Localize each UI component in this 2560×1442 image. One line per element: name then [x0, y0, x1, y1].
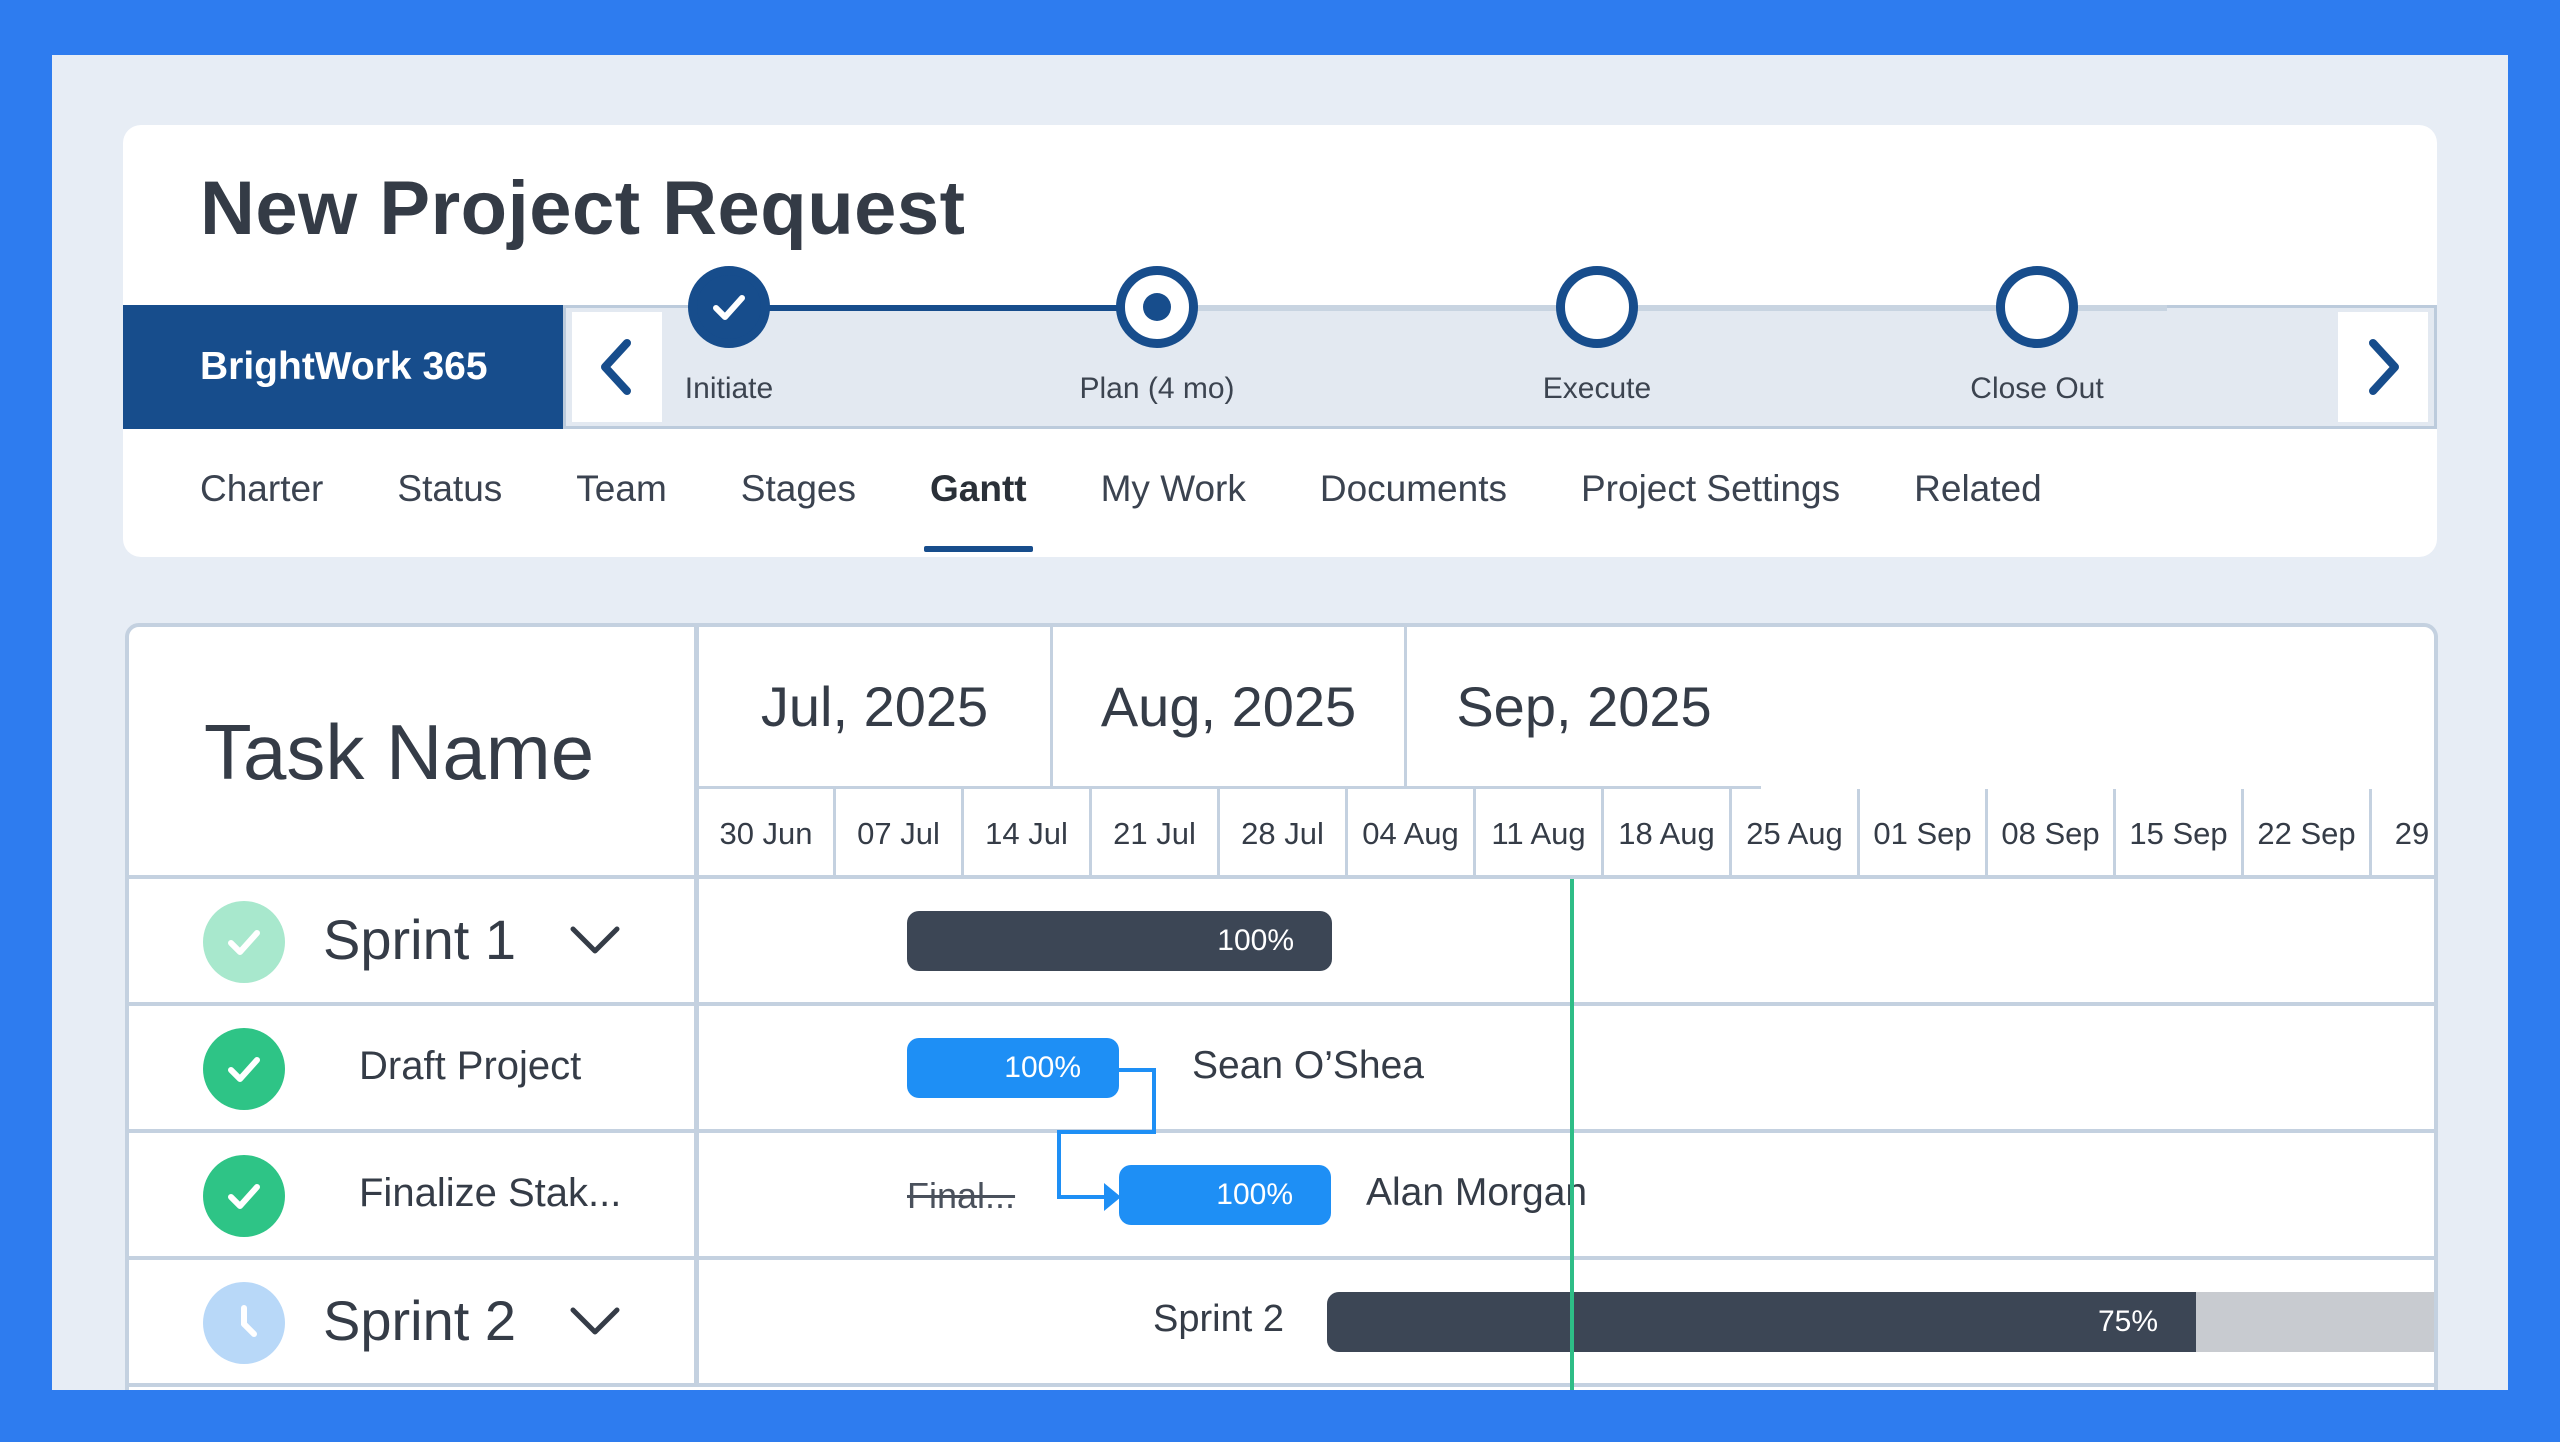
gantt-chart: Task Name Jul, 2025 Aug, 2025 Sep, 2025 …	[125, 623, 2438, 1390]
check-icon	[228, 1184, 260, 1209]
tab-stages[interactable]: Stages	[741, 460, 856, 540]
chevron-down-icon[interactable]	[569, 923, 621, 957]
status-indicator	[203, 1028, 285, 1110]
stage-upcoming-indicator	[1556, 266, 1638, 348]
stage-upcoming-indicator	[1996, 266, 2078, 348]
today-line	[1570, 879, 1574, 1390]
stage-label: Execute	[1542, 372, 1652, 405]
week-header: 18 Aug	[1604, 789, 1732, 875]
task-name-header-label: Task Name	[204, 708, 595, 796]
week-header: 28 Jul	[1220, 789, 1348, 875]
project-header-card: New Project Request BrightWork 365 Initi…	[123, 125, 2437, 557]
week-header: 07 Jul	[836, 789, 964, 875]
stage-label: Close Out	[1970, 372, 2104, 405]
week-header: 08 Sep	[1988, 789, 2116, 875]
task-name: Sprint 1	[323, 908, 516, 971]
week-header: 14 Jul	[964, 789, 1092, 875]
task-name: Sprint 2	[323, 1289, 516, 1352]
project-tabs: Charter Status Team Stages Gantt My Work…	[200, 460, 2116, 552]
week-header: 22 Sep	[2244, 789, 2372, 875]
brand-label: BrightWork 365	[123, 305, 563, 429]
gantt-row[interactable]: Finalize Stak... Final... 100% Alan Morg…	[129, 1133, 2434, 1260]
tab-team[interactable]: Team	[576, 460, 666, 540]
check-icon	[713, 295, 745, 320]
tab-status[interactable]: Status	[397, 460, 502, 540]
stage-progress-bar: Initiate Plan (4 mo) Execute Close Out	[563, 266, 2437, 429]
week-header: 29	[2394, 816, 2430, 851]
gantt-timeline-header: Jul, 2025 Aug, 2025 Sep, 2025 30 Jun 07 …	[699, 627, 2434, 879]
progress-label: 75%	[2097, 1305, 2158, 1338]
gantt-row[interactable]: Draft Project 100% Sean O’Shea	[129, 1006, 2434, 1133]
stage-complete-indicator	[688, 266, 770, 348]
status-indicator	[203, 1282, 285, 1364]
progress-label: 100%	[1004, 1051, 1081, 1084]
task-bar[interactable]: 100%	[1119, 1165, 1331, 1225]
assignee-label: Alan Morgan	[1366, 1171, 1588, 1214]
stage-label: Initiate	[684, 372, 774, 405]
stage-current-indicator	[1116, 266, 1198, 348]
task-name-cell: Sprint 1	[129, 879, 699, 1006]
progress-label: 100%	[1217, 924, 1294, 957]
month-header: Aug, 2025	[1053, 627, 1407, 789]
sprint-bar-label: Sprint 2	[1153, 1298, 1284, 1340]
stage-initiate[interactable]: Initiate	[579, 266, 879, 406]
sprint-bar[interactable]: 75%	[1327, 1292, 2434, 1352]
status-indicator	[203, 1155, 285, 1237]
tab-documents[interactable]: Documents	[1320, 460, 1507, 540]
task-name-header: Task Name	[129, 627, 699, 879]
progress-fill: 75%	[1327, 1292, 2196, 1352]
sprint-bar[interactable]: 100%	[907, 911, 1332, 971]
status-indicator	[203, 901, 285, 983]
chevron-right-icon	[2369, 339, 2399, 395]
tab-gantt[interactable]: Gantt	[924, 460, 1033, 552]
check-icon	[228, 1057, 260, 1082]
task-bar[interactable]: 100%	[907, 1038, 1119, 1098]
chevron-down-icon[interactable]	[569, 1304, 621, 1338]
task-name-cell: Draft Project	[129, 1006, 699, 1133]
week-header: 11 Aug	[1476, 789, 1604, 875]
stage-close-out[interactable]: Close Out	[1887, 266, 2187, 406]
tab-my-work[interactable]: My Work	[1101, 460, 1246, 540]
stage-plan[interactable]: Plan (4 mo)	[1007, 266, 1307, 406]
tab-project-settings[interactable]: Project Settings	[1581, 460, 1840, 540]
month-header: Jul, 2025	[699, 627, 1053, 789]
week-header: 21 Jul	[1092, 789, 1220, 875]
ghost-bar-label: Final...	[907, 1175, 1016, 1216]
check-icon	[228, 930, 260, 955]
week-header: 25 Aug	[1732, 789, 1860, 875]
task-name: Draft Project	[359, 1044, 582, 1088]
stage-next-button[interactable]	[2338, 312, 2428, 422]
week-header: 30 Jun	[699, 789, 836, 875]
progress-label: 100%	[1216, 1178, 1293, 1211]
gantt-row[interactable]: Sprint 2 Sprint 2 75%	[129, 1260, 2434, 1387]
month-header: Sep, 2025	[1407, 627, 1761, 789]
tab-charter[interactable]: Charter	[200, 460, 323, 540]
assignee-label: Sean O’Shea	[1192, 1044, 1425, 1087]
task-name-cell: Finalize Stak...	[129, 1133, 699, 1260]
tab-related[interactable]: Related	[1914, 460, 2042, 540]
task-name: Finalize Stak...	[359, 1171, 622, 1215]
stage-label: Plan (4 mo)	[1079, 372, 1235, 405]
week-header: 01 Sep	[1860, 789, 1988, 875]
clock-icon	[241, 1305, 257, 1337]
task-name-cell: Sprint 2	[129, 1260, 699, 1387]
gantt-row[interactable]: Sprint 1 100%	[129, 879, 2434, 1006]
page-title: New Project Request	[200, 166, 966, 251]
week-header: 15 Sep	[2116, 789, 2244, 875]
app-frame: New Project Request BrightWork 365 Initi…	[52, 55, 2508, 1390]
week-header: 04 Aug	[1348, 789, 1476, 875]
stage-execute[interactable]: Execute	[1447, 266, 1747, 406]
